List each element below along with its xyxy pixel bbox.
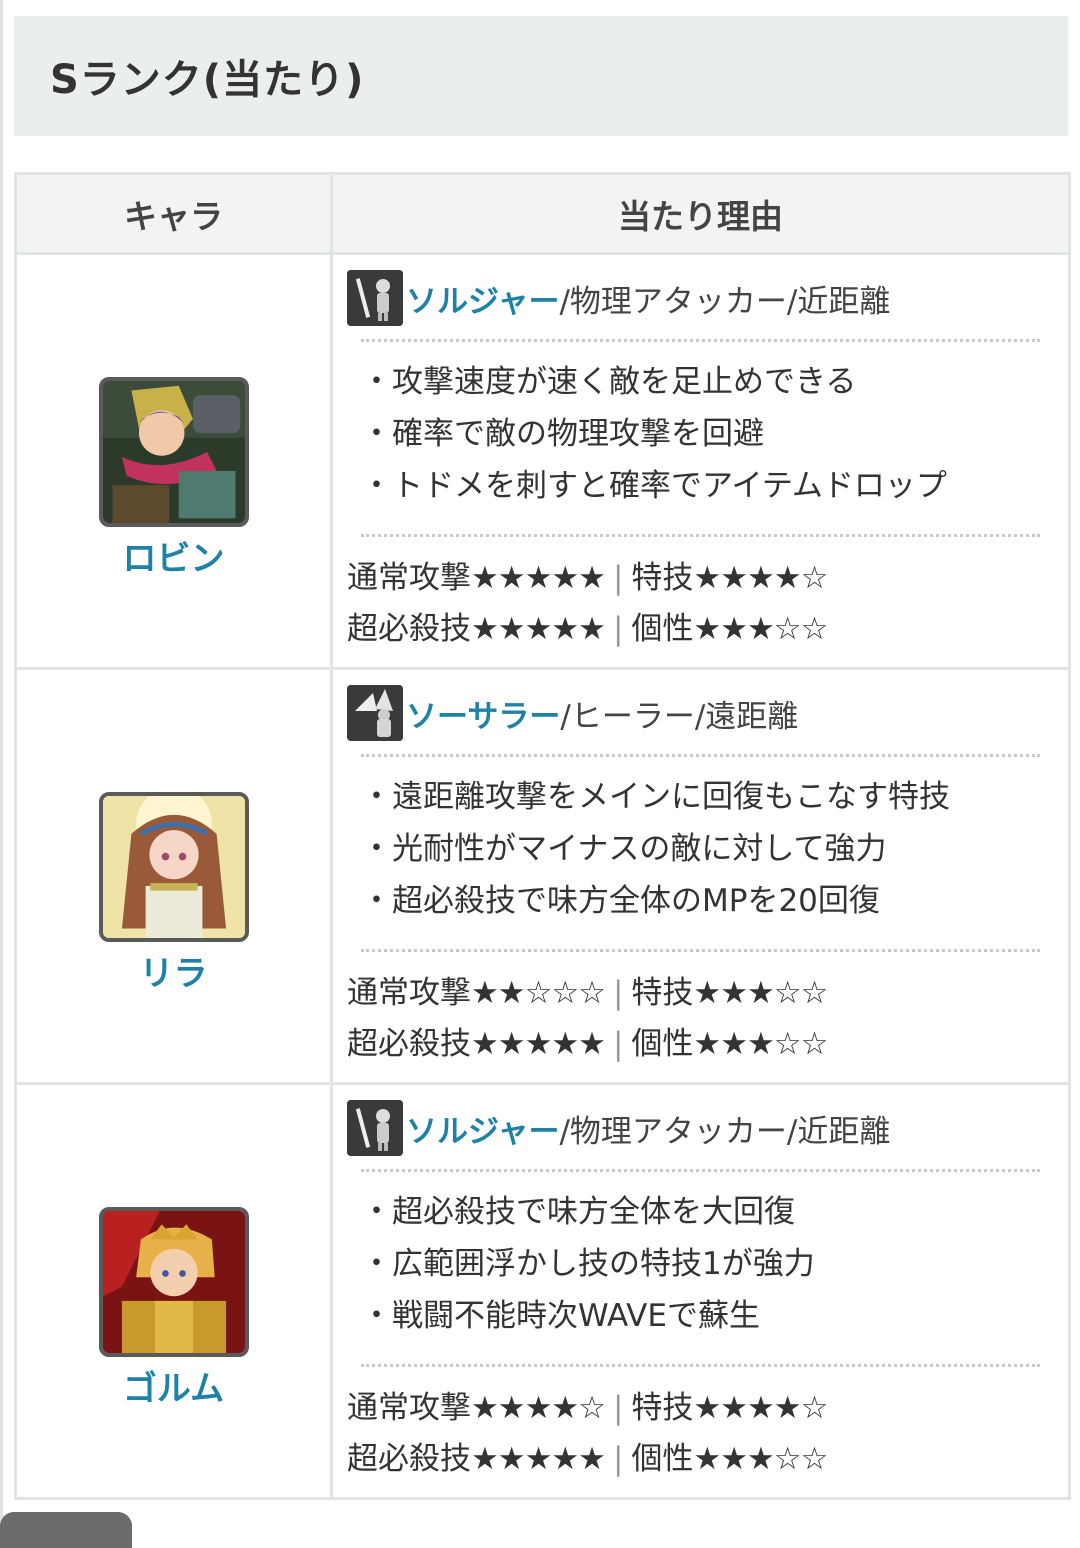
rating-line: 通常攻撃★★☆☆☆ | 特技★★★☆☆ xyxy=(347,968,1040,1019)
character-cell: リラ xyxy=(14,667,333,1085)
separator: | xyxy=(612,975,624,1011)
rating-label: 通常攻撃 xyxy=(347,560,471,596)
rating-label: 特技 xyxy=(631,560,694,596)
star-rating: ★★★☆☆ xyxy=(693,1026,828,1062)
header-reason: 当たり理由 xyxy=(330,172,1071,255)
rating-line: 超必殺技★★★★★ | 個性★★★☆☆ xyxy=(347,1434,1040,1485)
separator: | xyxy=(612,1390,624,1426)
left-edge-rule xyxy=(0,0,3,1548)
role-line: ソルジャー /物理アタッカー/近距離 xyxy=(347,267,1040,329)
table-header-row: キャラ 当たり理由 xyxy=(14,172,1071,255)
rating-line: 通常攻撃★★★★☆ | 特技★★★★☆ xyxy=(347,1383,1040,1434)
table-row: リラ ソーサラー /ヒーラー/遠距離 ・ 遠距離攻撃をメインに回復もこなす特技 … xyxy=(14,667,1071,1085)
list-item: 超必殺技で味方全体のMPを20回復 xyxy=(361,875,1040,927)
rating-label: 通常攻撃 xyxy=(347,975,471,1011)
list-item: 攻撃速度が速く敵を足止めできる xyxy=(361,356,1040,408)
character-cell: ゴルム xyxy=(14,1082,333,1500)
star-rating: ★★☆☆☆ xyxy=(471,975,606,1011)
role-line: ソーサラー /ヒーラー/遠距離 xyxy=(347,682,1040,744)
character-cell: ロビン xyxy=(14,252,333,670)
separator: | xyxy=(612,1441,624,1477)
star-rating: ★★★★★ xyxy=(471,1026,606,1062)
separator: | xyxy=(612,560,624,596)
star-rating: ★★★☆☆ xyxy=(693,1441,828,1477)
star-rating: ★★★★☆ xyxy=(471,1390,606,1426)
star-rating: ★★★☆☆ xyxy=(693,975,828,1011)
rating-label: 特技 xyxy=(631,1390,694,1426)
star-rating: ★★★★★ xyxy=(471,560,606,596)
section-title: Sランク(当たり) xyxy=(50,57,365,103)
separator: | xyxy=(612,611,624,647)
character-name-link[interactable]: ロビン xyxy=(17,531,330,580)
rating-label: 超必殺技 xyxy=(347,1026,471,1062)
role-line: ソルジャー /物理アタッカー/近距離 xyxy=(347,1097,1040,1159)
rating-line: 超必殺技★★★★★ | 個性★★★☆☆ xyxy=(347,1019,1040,1070)
sorcerer-icon xyxy=(347,685,403,741)
character-name-link[interactable]: ゴルム xyxy=(17,1361,330,1410)
star-rating: ★★★★★ xyxy=(471,1441,606,1477)
reason-cell: ソルジャー /物理アタッカー/近距離 攻撃速度が速く敵を足止めできる 確率で敵の… xyxy=(330,252,1071,670)
rating-label: 個性 xyxy=(631,1441,694,1477)
rating-line: 超必殺技★★★★★ | 個性★★★☆☆ xyxy=(347,604,1040,655)
reason-cell: ソーサラー /ヒーラー/遠距離 遠距離攻撃をメインに回復もこなす特技 光耐性がマ… xyxy=(330,667,1071,1085)
role-class-link[interactable]: ソーサラー xyxy=(406,691,560,736)
reason-list: 遠距離攻撃をメインに回復もこなす特技 光耐性がマイナスの敵に対して強力 超必殺技… xyxy=(347,757,1040,939)
soldier-icon xyxy=(347,1100,403,1156)
role-class-link[interactable]: ソルジャー xyxy=(406,1106,559,1151)
soldier-icon xyxy=(347,270,403,326)
reason-list: 攻撃速度が速く敵を足止めできる 確率で敵の物理攻撃を回避 トドメを刺すと確率でア… xyxy=(347,342,1040,524)
star-rating: ★★★★★ xyxy=(471,611,606,647)
ratings: 通常攻撃★★☆☆☆ | 特技★★★☆☆ 超必殺技★★★★★ | 個性★★★☆☆ xyxy=(347,952,1040,1070)
list-item: 広範囲浮かし技の特技1が強力 xyxy=(361,1238,1040,1290)
ratings: 通常攻撃★★★★☆ | 特技★★★★☆ 超必殺技★★★★★ | 個性★★★☆☆ xyxy=(347,1367,1040,1485)
reason-list: 超必殺技で味方全体を大回復 広範囲浮かし技の特技1が強力 戦闘不能時次WAVEで… xyxy=(347,1172,1040,1354)
ratings: 通常攻撃★★★★★ | 特技★★★★☆ 超必殺技★★★★★ | 個性★★★☆☆ xyxy=(347,537,1040,655)
rating-label: 個性 xyxy=(631,611,694,647)
star-rating: ★★★☆☆ xyxy=(693,611,828,647)
bottom-tab-button[interactable] xyxy=(0,1512,132,1548)
list-item: トドメを刺すと確率でアイテムドロップ xyxy=(361,460,1040,512)
separator: | xyxy=(612,1026,624,1062)
star-rating: ★★★★☆ xyxy=(693,1390,828,1426)
portrait-robin[interactable] xyxy=(98,376,249,527)
list-item: 確率で敵の物理攻撃を回避 xyxy=(361,408,1040,460)
role-class-link[interactable]: ソルジャー xyxy=(406,276,559,321)
rating-label: 通常攻撃 xyxy=(347,1390,471,1426)
table-row: ロビン ソルジャー /物理アタッカー/近距離 ・ 攻撃速度が速く敵を足止めできる… xyxy=(14,252,1071,670)
table-row: ゴルム ソルジャー /物理アタッカー/近距離 ・ 超必殺技で味方全体を大回復 ・… xyxy=(14,1082,1071,1500)
rating-line: 通常攻撃★★★★★ | 特技★★★★☆ xyxy=(347,553,1040,604)
list-item: 遠距離攻撃をメインに回復もこなす特技 xyxy=(361,771,1040,823)
portrait-lila[interactable] xyxy=(98,791,249,942)
list-item: 戦闘不能時次WAVEで蘇生 xyxy=(361,1290,1040,1342)
star-rating: ★★★★☆ xyxy=(693,560,828,596)
reason-cell: ソルジャー /物理アタッカー/近距離 超必殺技で味方全体を大回復 広範囲浮かし技… xyxy=(330,1082,1071,1500)
rating-label: 個性 xyxy=(631,1026,694,1062)
rating-label: 超必殺技 xyxy=(347,1441,471,1477)
character-name-link[interactable]: リラ xyxy=(17,946,330,995)
section-heading: Sランク(当たり) xyxy=(14,16,1068,136)
rating-label: 特技 xyxy=(631,975,694,1011)
list-item: 超必殺技で味方全体を大回復 xyxy=(361,1186,1040,1238)
header-character: キャラ xyxy=(14,172,333,255)
rank-table: キャラ 当たり理由 ロビン ソルジャー /物理アタッカー/近距離 ・ 攻撃速度が… xyxy=(14,172,1071,1500)
portrait-golm[interactable] xyxy=(98,1206,249,1357)
role-attributes: /ヒーラー/遠距離 xyxy=(560,698,799,735)
role-attributes: /物理アタッカー/近距離 xyxy=(559,283,891,320)
role-attributes: /物理アタッカー/近距離 xyxy=(559,1113,891,1150)
rating-label: 超必殺技 xyxy=(347,611,471,647)
list-item: 光耐性がマイナスの敵に対して強力 xyxy=(361,823,1040,875)
